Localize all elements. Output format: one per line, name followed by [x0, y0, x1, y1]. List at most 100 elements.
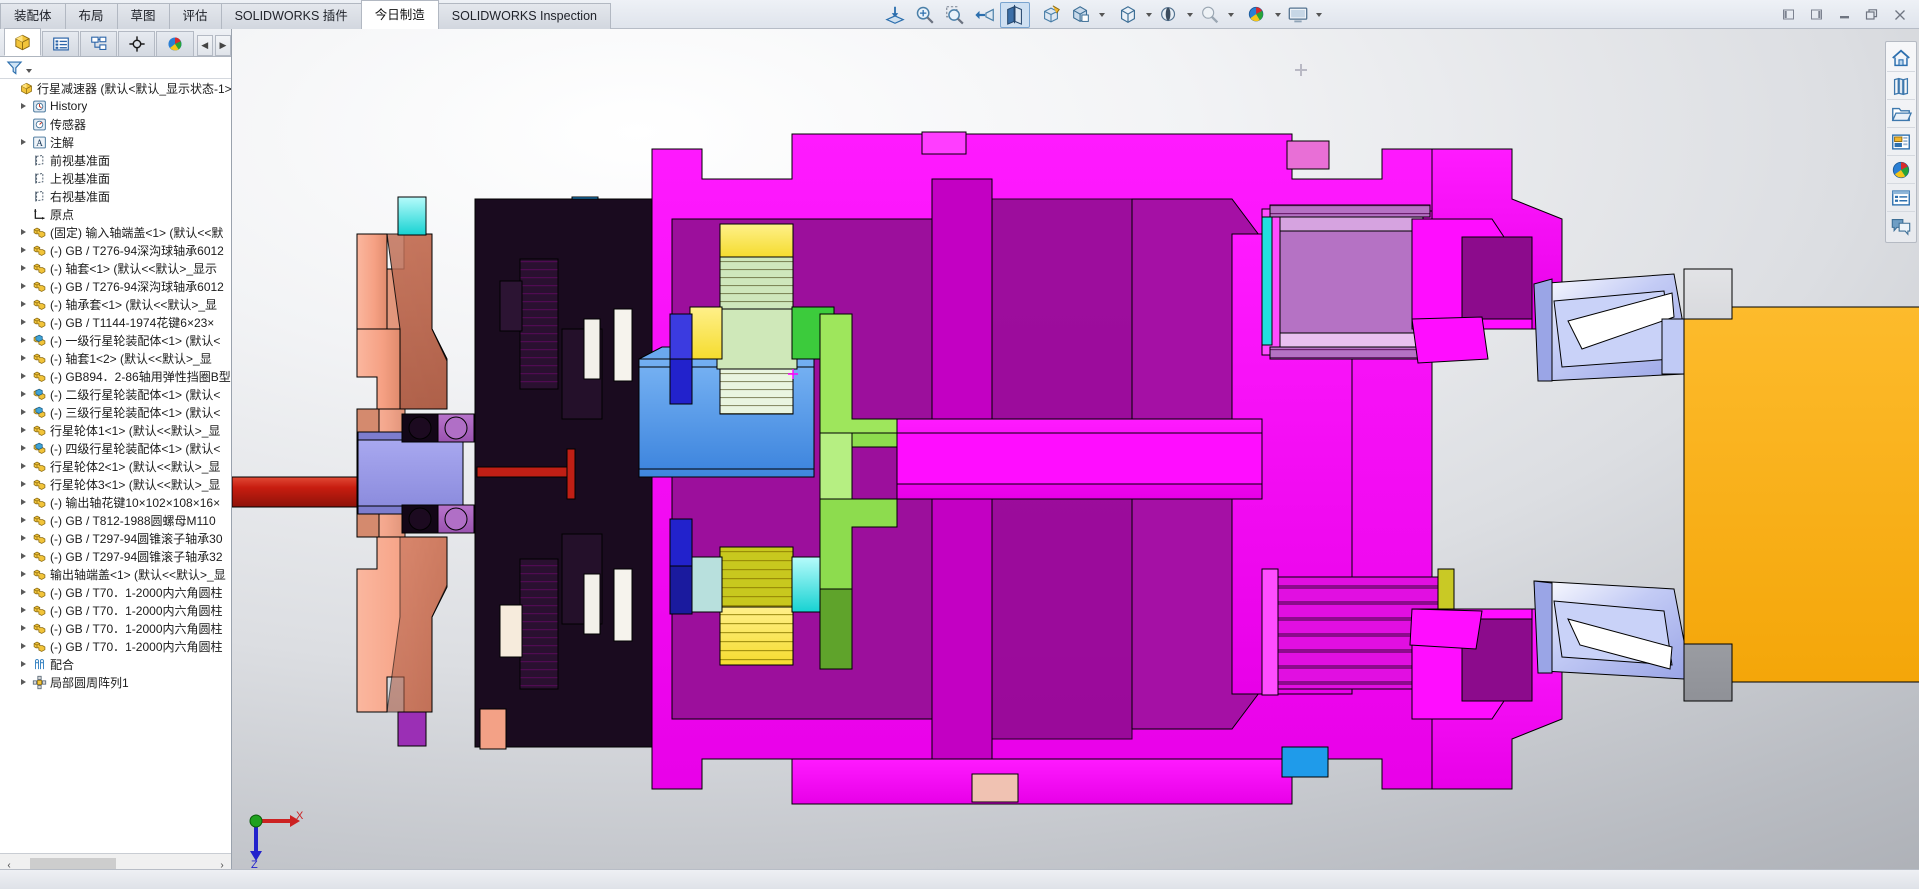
tree-item[interactable]: (-) 输出轴花键10×102×108×16× — [0, 493, 231, 511]
dimxpert-manager-tab[interactable] — [118, 31, 156, 56]
tree-expand-toggle[interactable] — [17, 385, 30, 403]
viewport-icon[interactable] — [1283, 2, 1313, 28]
tree-expand-toggle[interactable] — [17, 655, 30, 673]
tree-item[interactable]: 右视基准面 — [0, 187, 231, 205]
tree-item[interactable]: (固定) 输入轴端盖<1> (默认<<默 — [0, 223, 231, 241]
view-settings-dropdown-icon[interactable] — [1272, 2, 1283, 28]
tree-item[interactable]: A 注解 — [0, 133, 231, 151]
display-manager-tab[interactable] — [156, 31, 194, 56]
tree-expand-toggle[interactable] — [17, 313, 30, 331]
tree-expand-toggle[interactable] — [17, 331, 30, 349]
tree-item[interactable]: 上视基准面 — [0, 169, 231, 187]
maximize-icon[interactable] — [1859, 4, 1885, 26]
minimize-icon[interactable] — [1831, 4, 1857, 26]
property-manager-tab[interactable] — [42, 31, 80, 56]
tree-item[interactable]: (-) 四级行星轮装配体<1> (默认< — [0, 439, 231, 457]
tree-item[interactable]: (-) GB / T297-94圆锥滚子轴承30 — [0, 529, 231, 547]
tree-expand-toggle[interactable] — [17, 637, 30, 655]
tree-item[interactable]: (-) GB894．2-86轴用弹性挡圈B型 — [0, 367, 231, 385]
tree-expand-toggle[interactable] — [17, 493, 30, 511]
tree-item[interactable]: (-) 二级行星轮装配体<1> (默认< — [0, 385, 231, 403]
zoom-to-fit-icon[interactable] — [880, 2, 910, 28]
configuration-manager-tab[interactable] — [80, 31, 118, 56]
tree-expand-toggle[interactable] — [17, 295, 30, 313]
feature-manager-prev-button[interactable]: ◀ — [196, 35, 213, 56]
section-view-icon[interactable] — [1000, 1, 1030, 28]
close-icon[interactable] — [1887, 4, 1913, 26]
tree-expand-toggle[interactable] — [17, 277, 30, 295]
ribbon-tab-6[interactable]: SOLIDWORKS Inspection — [437, 3, 611, 29]
previous-view-icon[interactable] — [970, 2, 1000, 28]
sw-forum-icon[interactable] — [1887, 212, 1915, 240]
sw-resources-icon[interactable] — [1887, 44, 1915, 72]
view-settings-icon[interactable] — [1242, 2, 1272, 28]
file-explorer-icon[interactable] — [1887, 100, 1915, 128]
tree-item[interactable]: (-) GB / T70．1-2000内六角圆柱 — [0, 583, 231, 601]
restore-left-icon[interactable] — [1775, 4, 1801, 26]
tree-item[interactable]: History — [0, 97, 231, 115]
tree-expand-toggle[interactable] — [17, 619, 30, 637]
tree-expand-toggle[interactable] — [17, 241, 30, 259]
tree-item[interactable]: 前视基准面 — [0, 151, 231, 169]
tree-item[interactable]: (-) GB / T297-94圆锥滚子轴承32 — [0, 547, 231, 565]
view-orientation-icon[interactable] — [1036, 2, 1066, 28]
zoom-in-out-icon[interactable] — [940, 2, 970, 28]
filter-dropdown-icon[interactable] — [26, 68, 32, 73]
tree-expand-toggle[interactable] — [17, 223, 30, 241]
tree-expand-toggle[interactable] — [17, 583, 30, 601]
graphics-area[interactable]: X Z — [232, 29, 1919, 889]
appearances-scenes-icon[interactable] — [1887, 156, 1915, 184]
hide-show-items-dropdown-icon[interactable] — [1143, 2, 1154, 28]
tree-item[interactable]: 输出轴端盖<1> (默认<<默认>_显 — [0, 565, 231, 583]
tree-item[interactable]: (-) GB / T812-1988圆螺母M110 — [0, 511, 231, 529]
tree-expand-toggle[interactable] — [17, 673, 30, 691]
tree-expand-toggle[interactable] — [17, 511, 30, 529]
ribbon-tab-1[interactable]: 布局 — [64, 3, 118, 29]
edit-appearance-icon[interactable] — [1154, 2, 1184, 28]
tree-item[interactable]: (-) GB / T70．1-2000内六角圆柱 — [0, 619, 231, 637]
ribbon-tab-3[interactable]: 评估 — [168, 3, 222, 29]
feature-tree-filter-bar[interactable] — [0, 57, 231, 79]
tree-item[interactable]: 原点 — [0, 205, 231, 223]
feature-manager-next-button[interactable]: ▶ — [214, 35, 232, 56]
custom-properties-icon[interactable] — [1887, 184, 1915, 212]
tree-expand-toggle[interactable] — [17, 529, 30, 547]
tree-expand-toggle[interactable] — [17, 457, 30, 475]
tree-item[interactable]: (-) 轴套1<2> (默认<<默认>_显 — [0, 349, 231, 367]
tree-item[interactable]: (-) 三级行星轮装配体<1> (默认< — [0, 403, 231, 421]
tree-expand-toggle[interactable] — [17, 349, 30, 367]
design-library-icon[interactable] — [1887, 72, 1915, 100]
apply-scene-icon[interactable] — [1195, 2, 1225, 28]
tree-item[interactable]: (-) GB / T276-94深沟球轴承6012 — [0, 241, 231, 259]
feature-tree[interactable]: 行星减速器 (默认<默认_显示状态-1> History 传感器 A 注解 前视基准面上… — [0, 79, 231, 853]
tree-item[interactable]: (-) GB / T70．1-2000内六角圆柱 — [0, 637, 231, 655]
tree-item[interactable]: (-) GB / T1144-1974花键6×23× — [0, 313, 231, 331]
edit-appearance-dropdown-icon[interactable] — [1184, 2, 1195, 28]
tree-item[interactable]: 配合 — [0, 655, 231, 673]
zoom-to-area-icon[interactable] — [910, 2, 940, 28]
tree-item[interactable]: 行星轮体1<1> (默认<<默认>_显 — [0, 421, 231, 439]
feature-tree-tab[interactable] — [4, 28, 42, 56]
tree-expand-toggle[interactable] — [17, 439, 30, 457]
tree-item[interactable]: 局部圆周阵列1 — [0, 673, 231, 691]
apply-scene-dropdown-icon[interactable] — [1225, 2, 1236, 28]
tree-expand-toggle[interactable] — [17, 565, 30, 583]
ribbon-tab-4[interactable]: SOLIDWORKS 插件 — [220, 3, 362, 29]
display-style-icon[interactable] — [1066, 2, 1096, 28]
tree-item[interactable]: (-) GB / T276-94深沟球轴承6012 — [0, 277, 231, 295]
tree-item[interactable]: (-) 一级行星轮装配体<1> (默认< — [0, 331, 231, 349]
tree-expand-toggle[interactable] — [17, 475, 30, 493]
tree-expand-toggle[interactable] — [17, 421, 30, 439]
ribbon-tab-5[interactable]: 今日制造 — [360, 0, 439, 29]
view-palette-icon[interactable] — [1887, 128, 1915, 156]
tree-item[interactable]: 行星轮体2<1> (默认<<默认>_显 — [0, 457, 231, 475]
tree-expand-toggle[interactable] — [17, 403, 30, 421]
tree-expand-toggle[interactable] — [17, 547, 30, 565]
tree-root-item[interactable]: 行星减速器 (默认<默认_显示状态-1> — [0, 79, 231, 97]
tree-expand-toggle[interactable] — [17, 259, 30, 277]
tree-expand-toggle[interactable] — [17, 601, 30, 619]
tree-expand-toggle[interactable] — [17, 367, 30, 385]
tree-item[interactable]: (-) 轴承套<1> (默认<<默认>_显 — [0, 295, 231, 313]
hide-show-items-icon[interactable] — [1113, 2, 1143, 28]
tree-item[interactable]: (-) GB / T70．1-2000内六角圆柱 — [0, 601, 231, 619]
